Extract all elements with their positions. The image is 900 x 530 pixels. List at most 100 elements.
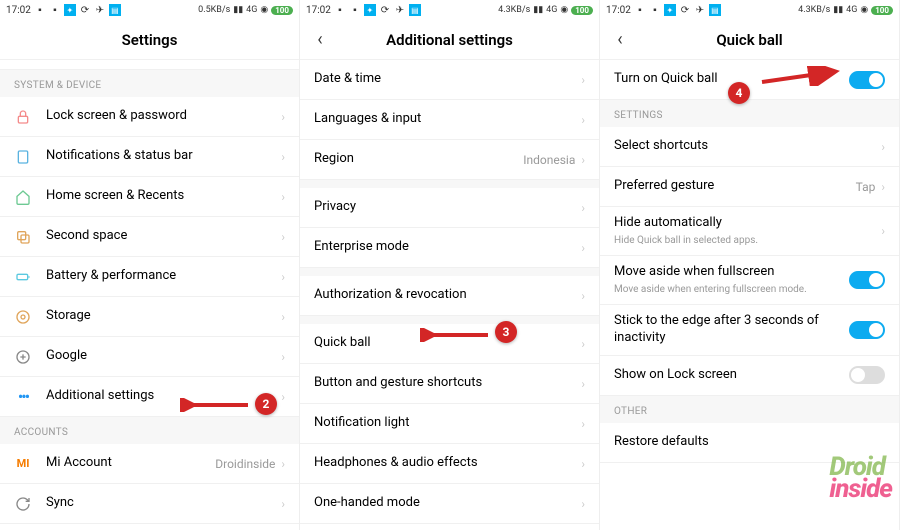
row-label: Privacy — [314, 199, 581, 216]
row-mi-account[interactable]: MI Mi Account Droidinside › — [0, 444, 299, 484]
storage-icon — [14, 308, 32, 326]
header: ‹ Quick ball — [600, 20, 899, 60]
status-signal-icon: ▮▮ — [233, 5, 243, 15]
status-time: 17:02 — [606, 5, 631, 16]
home-icon — [14, 188, 32, 206]
page-title: Additional settings — [386, 31, 513, 49]
row-hide-automatically[interactable]: Hide automatically Hide Quick ball in se… — [600, 207, 899, 256]
row-button-gesture[interactable]: Button and gesture shortcuts › — [300, 364, 599, 404]
partial-row — [0, 60, 299, 70]
status-bar: 17:02 ▪ ▪ ✦ ⟳ ✈ ▤ 0.5KB/s ▮▮ 4G ◉ 100 — [0, 0, 299, 20]
row-notifications[interactable]: Notifications & status bar › — [0, 137, 299, 177]
status-signal-icon: ▮▮ — [833, 5, 843, 15]
row-sync[interactable]: Sync › — [0, 484, 299, 524]
row-preferred-gesture[interactable]: Preferred gesture Tap › — [600, 167, 899, 207]
row-label: One-handed mode — [314, 495, 581, 512]
status-app-icon: ▤ — [709, 4, 721, 16]
status-time: 17:02 — [306, 5, 331, 16]
row-additional-settings[interactable]: ••• Additional settings › — [0, 377, 299, 417]
row-region[interactable]: Region Indonesia › — [300, 140, 599, 180]
header: ‹ Additional settings — [300, 20, 599, 60]
row-label: Enterprise mode — [314, 239, 581, 256]
row-label: Sync — [46, 495, 281, 512]
sync-icon — [14, 495, 32, 513]
toggle-move-aside[interactable] — [849, 271, 885, 289]
annotation-badge-4: 4 — [728, 82, 750, 104]
status-signal-text: 4G — [546, 5, 557, 15]
row-lock-screen[interactable]: Lock screen & password › — [0, 97, 299, 137]
status-plane-icon: ✈ — [94, 4, 106, 16]
row-label: Hide automatically — [614, 215, 881, 232]
screen-quick-ball: 17:02 ▪ ▪ ✦ ⟳ ✈ ▤ 4.3KB/s ▮▮ 4G ◉ 100 ‹ … — [600, 0, 900, 530]
chevron-right-icon: › — [581, 337, 585, 351]
chevron-right-icon: › — [581, 289, 585, 303]
status-app-icon: ✦ — [364, 4, 376, 16]
row-notification-light[interactable]: Notification light › — [300, 404, 599, 444]
chevron-right-icon: › — [581, 241, 585, 255]
row-label: Authorization & revocation — [314, 287, 581, 304]
toggle-quick-ball[interactable] — [849, 71, 885, 89]
annotation-arrow-4 — [760, 66, 840, 86]
row-move-aside-fullscreen[interactable]: Move aside when fullscreen Move aside wh… — [600, 256, 899, 305]
row-restore-defaults[interactable]: Restore defaults — [600, 423, 899, 463]
status-notif-icon: ▪ — [34, 4, 46, 16]
row-label: Headphones & audio effects — [314, 455, 581, 472]
row-label: Notification light — [314, 415, 581, 432]
chevron-right-icon: › — [581, 73, 585, 87]
mi-icon: MI — [14, 455, 32, 473]
row-stick-to-edge[interactable]: Stick to the edge after 3 seconds of ina… — [600, 305, 899, 356]
status-signal-text: 4G — [846, 5, 857, 15]
status-netspeed: 4.3KB/s — [798, 5, 830, 15]
row-select-shortcuts[interactable]: Select shortcuts › — [600, 127, 899, 167]
duplicate-icon — [14, 228, 32, 246]
row-label: Region — [314, 151, 523, 168]
row-second-space[interactable]: Second space › — [0, 217, 299, 257]
chevron-right-icon: › — [281, 310, 285, 324]
status-notif-icon: ▪ — [649, 4, 661, 16]
divider — [300, 316, 599, 324]
row-headphones[interactable]: Headphones & audio effects › — [300, 444, 599, 484]
row-label: Select shortcuts — [614, 138, 881, 155]
row-enterprise-mode[interactable]: Enterprise mode › — [300, 228, 599, 268]
page-title: Quick ball — [716, 31, 782, 49]
toggle-stick-edge[interactable] — [849, 321, 885, 339]
status-plane-icon: ✈ — [694, 4, 706, 16]
row-google[interactable]: Google › — [0, 337, 299, 377]
status-signal-icon: ▮▮ — [533, 5, 543, 15]
chevron-right-icon: › — [281, 350, 285, 364]
status-time: 17:02 — [6, 5, 31, 16]
row-show-on-lockscreen[interactable]: Show on Lock screen — [600, 356, 899, 396]
quick-ball-list: Turn on Quick ball SETTINGS Select short… — [600, 60, 899, 530]
chevron-right-icon: › — [581, 497, 585, 511]
row-battery[interactable]: Battery & performance › — [0, 257, 299, 297]
row-home-screen[interactable]: Home screen & Recents › — [0, 177, 299, 217]
row-date-time[interactable]: Date & time › — [300, 60, 599, 100]
status-battery: 100 — [271, 6, 293, 15]
back-button[interactable]: ‹ — [608, 28, 632, 52]
toggle-lockscreen[interactable] — [849, 366, 885, 384]
row-label: Second space — [46, 228, 281, 245]
status-wifi-icon: ◉ — [560, 5, 568, 15]
row-languages[interactable]: Languages & input › — [300, 100, 599, 140]
chevron-right-icon: › — [281, 150, 285, 164]
row-storage[interactable]: Storage › — [0, 297, 299, 337]
chevron-right-icon: › — [581, 417, 585, 431]
row-sublabel: Move aside when entering fullscreen mode… — [614, 283, 849, 296]
status-bar: 17:02 ▪ ▪ ✦ ⟳ ✈ ▤ 4.3KB/s ▮▮ 4G ◉ 100 — [300, 0, 599, 20]
row-value: Droidinside — [215, 457, 275, 471]
row-value: Indonesia — [523, 153, 575, 167]
status-netspeed: 4.3KB/s — [498, 5, 530, 15]
annotation-badge-3: 3 — [495, 321, 517, 343]
back-button[interactable]: ‹ — [308, 28, 332, 52]
row-label: Date & time — [314, 71, 581, 88]
status-notif-icon: ▪ — [49, 4, 61, 16]
google-icon — [14, 348, 32, 366]
row-authorization[interactable]: Authorization & revocation › — [300, 276, 599, 316]
status-plane-icon: ✈ — [394, 4, 406, 16]
row-one-handed[interactable]: One-handed mode › — [300, 484, 599, 524]
row-label: Google — [46, 348, 281, 365]
chevron-right-icon: › — [281, 230, 285, 244]
status-wifi-icon: ◉ — [260, 5, 268, 15]
row-privacy[interactable]: Privacy › — [300, 188, 599, 228]
row-label: Button and gesture shortcuts — [314, 375, 581, 392]
